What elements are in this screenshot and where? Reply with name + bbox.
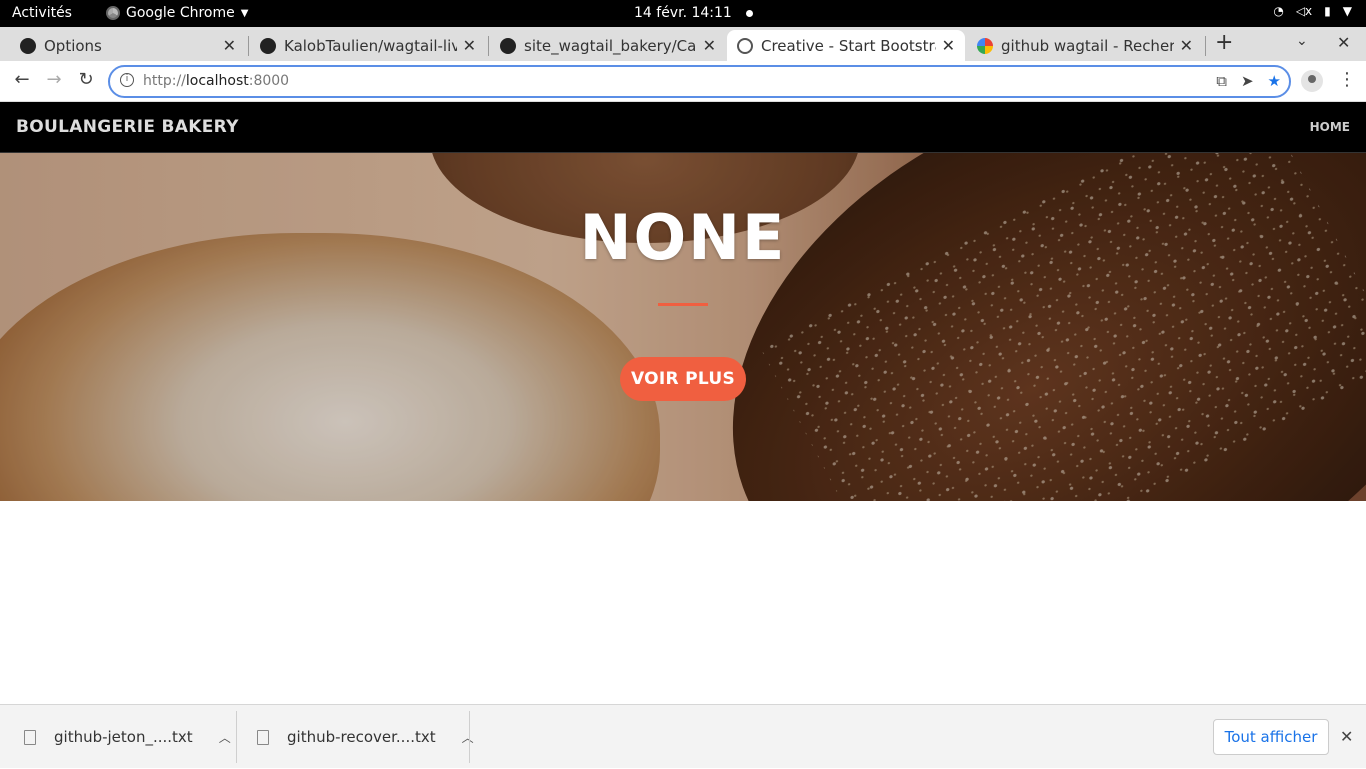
tab-wagtail-live[interactable]: KalobTaulien/wagtail-live ✕ <box>250 30 486 61</box>
tab-label: KalobTaulien/wagtail-live <box>284 36 457 55</box>
tab-strip: Options ✕ KalobTaulien/wagtail-live ✕ si… <box>0 27 1366 61</box>
tab-label: Creative - Start Bootstrap <box>761 36 936 55</box>
reload-icon[interactable]: ↻ <box>74 69 98 90</box>
file-icon <box>257 729 269 745</box>
tab-label: github wagtail - Recherch <box>1001 36 1174 55</box>
tab-separator <box>1205 36 1206 56</box>
close-icon[interactable]: ✕ <box>1180 36 1193 55</box>
send-to-device-icon[interactable]: ➤ <box>1241 72 1254 90</box>
tab-label: Options <box>44 36 102 55</box>
caret-down-icon: ▼ <box>1342 4 1352 18</box>
chevron-up-icon[interactable]: ︿ <box>219 729 231 746</box>
app-menu[interactable]: Google Chrome ▼ <box>106 5 248 21</box>
tab-label: site_wagtail_bakery/Capt <box>524 36 697 55</box>
downloads-shelf: github-jeton_....txt ︿ github-recover...… <box>0 704 1366 768</box>
voir-plus-button[interactable]: VOIR PLUS <box>620 357 746 401</box>
google-icon <box>977 37 993 54</box>
show-all-downloads-button[interactable]: Tout afficher <box>1213 719 1329 755</box>
nav-home-link[interactable]: HOME <box>1310 120 1350 134</box>
browser-toolbar: ← → ↻ i http://localhost:8000 ⧉ ➤ ★ ⋮ <box>0 61 1366 102</box>
download-separator <box>236 711 237 763</box>
download-filename: github-recover....txt <box>287 728 436 746</box>
wifi-icon: ◔ <box>1273 4 1284 18</box>
address-bar[interactable]: i http://localhost:8000 ⧉ ➤ ★ <box>108 65 1291 98</box>
window-close-icon[interactable]: ✕ <box>1337 33 1350 52</box>
chevron-up-icon[interactable]: ︿ <box>462 729 474 746</box>
close-icon[interactable]: ✕ <box>942 36 955 55</box>
github-icon <box>260 37 276 54</box>
download-item[interactable]: github-jeton_....txt ︿ <box>24 705 231 769</box>
close-icon[interactable]: ✕ <box>463 36 476 55</box>
volume-muted-icon: ◁x <box>1295 4 1313 18</box>
site-navbar: BOULANGERIE BAKERY HOME <box>0 102 1366 153</box>
notification-dot-icon <box>746 10 753 17</box>
url-host: localhost <box>185 73 249 89</box>
site-info-icon[interactable]: i <box>120 73 134 87</box>
close-icon[interactable]: ✕ <box>1340 727 1353 746</box>
close-icon[interactable]: ✕ <box>223 36 236 55</box>
tab-wagtail-bakery[interactable]: site_wagtail_bakery/Capt ✕ <box>490 30 726 61</box>
new-tab-plus-icon[interactable]: + <box>1215 30 1233 55</box>
back-arrow-icon[interactable]: ← <box>10 69 34 90</box>
github-icon <box>500 37 516 54</box>
clock[interactable]: 14 févr. 14:11 <box>634 5 732 21</box>
omnibox-actions: ⧉ ➤ ★ <box>1216 72 1281 90</box>
download-separator <box>469 711 470 763</box>
chrome-icon <box>106 6 120 20</box>
activities-button[interactable]: Activités <box>12 5 72 21</box>
translate-icon[interactable]: ⧉ <box>1216 72 1227 90</box>
gnome-top-bar: Activités Google Chrome ▼ 14 févr. 14:11… <box>0 0 1366 27</box>
hero-divider <box>658 303 708 306</box>
app-name: Google Chrome <box>126 5 235 21</box>
url-port: :8000 <box>248 73 290 89</box>
site-brand[interactable]: BOULANGERIE BAKERY <box>16 117 239 137</box>
tab-separator <box>488 36 489 56</box>
bookmark-star-icon[interactable]: ★ <box>1268 72 1281 90</box>
tab-options[interactable]: Options ✕ <box>10 30 246 61</box>
download-filename: github-jeton_....txt <box>54 728 193 746</box>
file-icon <box>24 729 36 745</box>
tab-creative-bootstrap[interactable]: Creative - Start Bootstrap ✕ <box>727 30 965 61</box>
tab-separator <box>248 36 249 56</box>
hero-section: NONE VOIR PLUS <box>0 153 1366 501</box>
download-item[interactable]: github-recover....txt ︿ <box>257 705 474 769</box>
kebab-menu-icon[interactable]: ⋮ <box>1338 69 1356 90</box>
tab-search-chevron-icon[interactable]: ⌄ <box>1296 33 1308 49</box>
caret-down-icon: ▼ <box>240 7 249 19</box>
battery-icon: ▮ <box>1324 4 1331 18</box>
globe-icon <box>737 37 753 54</box>
url-text[interactable]: http://localhost:8000 <box>143 73 289 89</box>
tab-google-search[interactable]: github wagtail - Recherch ✕ <box>967 30 1203 61</box>
close-icon[interactable]: ✕ <box>703 36 716 55</box>
profile-avatar-icon[interactable] <box>1301 70 1323 92</box>
url-scheme: http:// <box>143 73 186 89</box>
system-tray[interactable]: ◔ ◁x ▮ ▼ <box>1273 4 1352 18</box>
forward-arrow-icon[interactable]: → <box>42 69 66 90</box>
github-icon <box>20 37 36 54</box>
hero-title: NONE <box>579 201 787 274</box>
